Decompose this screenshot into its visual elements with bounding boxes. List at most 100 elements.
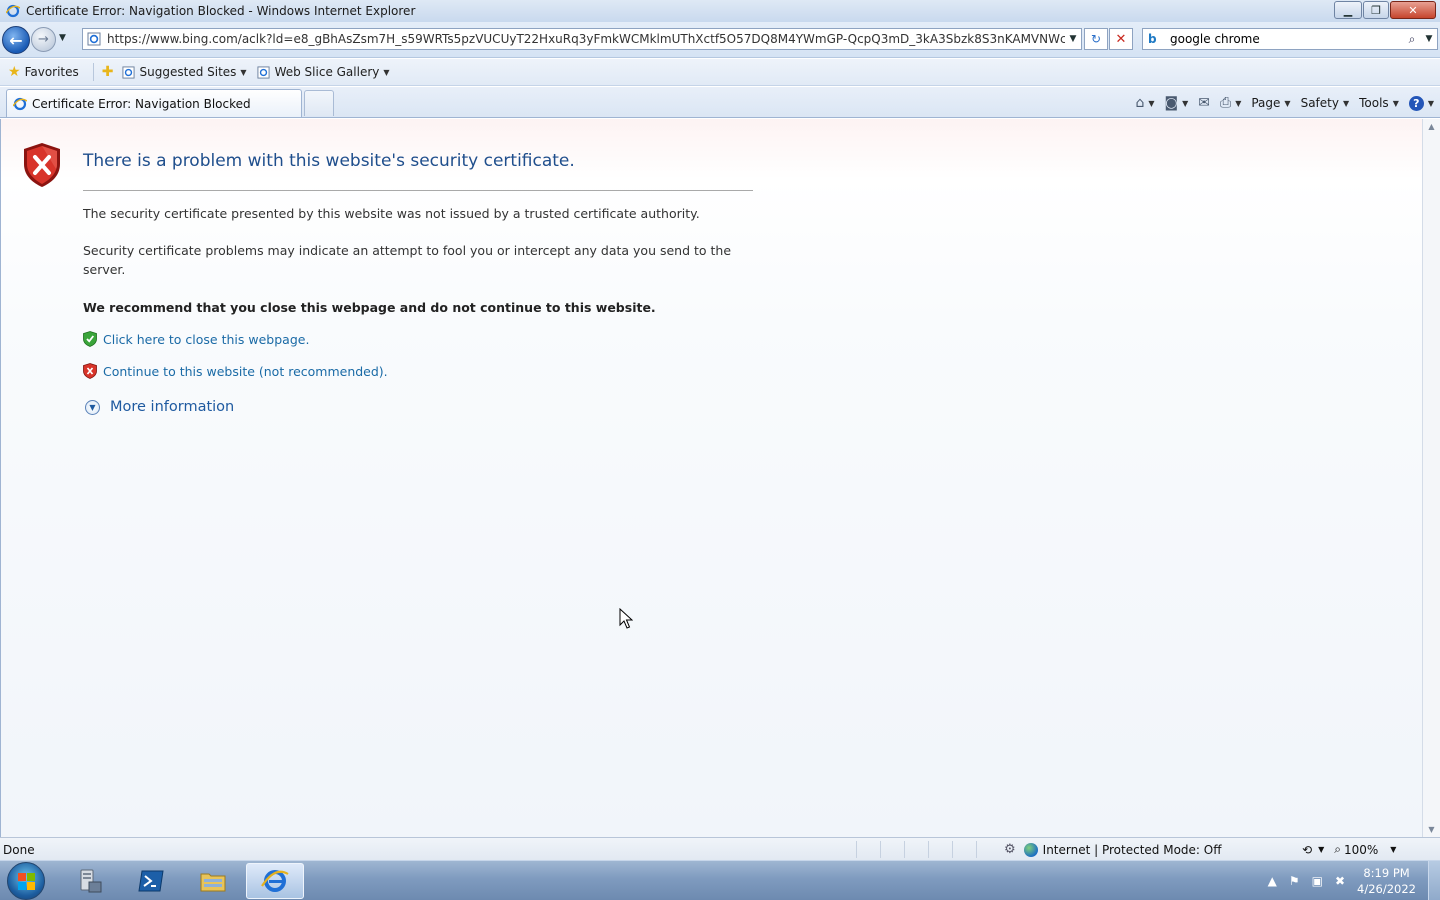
safety-menu-label: Safety — [1300, 96, 1339, 110]
status-text: Done — [3, 843, 35, 857]
new-tab-button[interactable] — [304, 90, 334, 116]
search-input[interactable] — [1170, 32, 1403, 46]
show-desktop-button[interactable] — [1428, 861, 1440, 900]
popup-blocker-icon[interactable]: ⟲ — [1302, 843, 1312, 857]
suggested-sites-icon — [121, 65, 135, 79]
taskbar-internet-explorer[interactable] — [246, 863, 304, 899]
expand-down-icon: ▼ — [85, 399, 100, 415]
status-divider — [976, 841, 977, 858]
favorites-bar: ★ Favorites ✚ Suggested Sites ▼ Web Slic… — [0, 59, 1440, 86]
ie-logo-icon — [13, 97, 27, 110]
tab-label: Certificate Error: Navigation Blocked — [32, 96, 251, 111]
bing-icon: b — [1148, 32, 1157, 46]
restore-button[interactable]: ❐ — [1363, 1, 1389, 19]
page-menu[interactable]: Page ▼ — [1251, 96, 1290, 110]
command-bar: ⌂ ▼ ◙ ▼ ✉ ⎙ ▼ Page ▼ Safety ▼ Tools ▼ ? … — [1125, 91, 1434, 115]
continue-website-option: Continue to this website (not recommende… — [83, 363, 388, 379]
rss-feed-icon: ◙ — [1164, 95, 1179, 111]
favorites-label: Favorites — [24, 65, 79, 79]
error-title: There is a problem with this website's s… — [83, 151, 575, 171]
security-error-shield-icon — [24, 143, 60, 187]
more-information-toggle[interactable]: ▼ More information — [85, 399, 234, 415]
refresh-button[interactable]: ↻ — [1084, 28, 1108, 50]
taskbar-powershell[interactable] — [122, 863, 180, 899]
close-webpage-option: Click here to close this webpage. — [83, 331, 309, 347]
security-zone-label: Internet | Protected Mode: Off — [1042, 842, 1222, 857]
show-hidden-icons-icon[interactable]: ▲ — [1268, 874, 1277, 888]
windows-logo-icon — [17, 872, 35, 890]
search-icon[interactable]: ⌕ — [1403, 32, 1421, 47]
safety-menu[interactable]: Safety ▼ — [1301, 96, 1350, 110]
action-center-flag-icon[interactable]: ⚑ — [1289, 874, 1300, 888]
status-divider — [904, 841, 905, 858]
scroll-up-icon[interactable]: ▲ — [1423, 122, 1440, 131]
chevron-down-icon[interactable]: ▼ — [1182, 99, 1188, 108]
system-clock[interactable]: 8:19 PM 4/26/2022 — [1357, 865, 1416, 897]
zoom-icon: ⌕ — [1334, 842, 1341, 856]
minimize-icon: ▁ — [1343, 3, 1353, 17]
green-shield-check-icon — [83, 331, 97, 347]
address-dropdown-icon[interactable]: ▼ — [1065, 34, 1081, 44]
search-options-dropdown-icon[interactable]: ▼ — [1421, 34, 1437, 44]
more-information-label: More information — [110, 399, 235, 415]
zoom-level[interactable]: 100% — [1344, 843, 1378, 857]
status-divider — [928, 841, 929, 858]
status-bar: Done ⚙ Internet | Protected Mode: Off ⟲ … — [0, 837, 1440, 860]
chevron-down-icon[interactable]: ▼ — [1390, 845, 1396, 854]
start-button[interactable] — [7, 862, 45, 900]
close-webpage-link[interactable]: Click here to close this webpage. — [103, 332, 309, 347]
add-to-favorites-bar-icon[interactable]: ✚ — [102, 64, 114, 80]
favorite-web-slice-gallery[interactable]: Web Slice Gallery ▼ — [257, 65, 390, 79]
help-menu[interactable]: ? ▼ — [1408, 95, 1434, 111]
stop-icon: ✕ — [1115, 31, 1127, 47]
error-description: The security certificate presented by th… — [83, 206, 700, 221]
search-box[interactable]: b ⌕ ▼ — [1142, 28, 1438, 50]
network-icon[interactable]: ▣ — [1312, 874, 1323, 888]
clock-date: 4/26/2022 — [1357, 882, 1416, 896]
close-window-button[interactable]: ✕ — [1390, 1, 1436, 19]
system-tray: ▲ ⚑ ▣ ✖ 8:19 PM 4/26/2022 — [1262, 861, 1440, 900]
status-divider — [856, 841, 857, 858]
security-zone[interactable]: ⚙ Internet | Protected Mode: Off — [1004, 842, 1221, 857]
stop-button[interactable]: ✕ — [1109, 28, 1133, 50]
chevron-down-icon[interactable]: ▼ — [1235, 99, 1241, 108]
home-button[interactable]: ⌂ ▼ — [1135, 95, 1154, 111]
favorite-suggested-sites[interactable]: Suggested Sites ▼ — [121, 65, 247, 79]
read-mail-button[interactable]: ✉ — [1198, 95, 1210, 111]
powershell-icon — [138, 870, 164, 892]
tab-certificate-error[interactable]: Certificate Error: Navigation Blocked — [6, 89, 302, 117]
print-button[interactable]: ⎙ ▼ — [1220, 95, 1241, 111]
status-divider — [952, 841, 953, 858]
back-button[interactable]: ← — [2, 26, 30, 54]
manage-addons-icon[interactable]: ⚙ — [1004, 842, 1016, 857]
red-shield-x-icon — [83, 363, 97, 379]
taskbar-server-manager[interactable] — [60, 863, 118, 899]
window-title: Certificate Error: Navigation Blocked - … — [26, 4, 416, 18]
chevron-down-icon[interactable]: ▼ — [1318, 845, 1324, 854]
page-menu-label: Page — [1251, 96, 1281, 110]
folder-icon — [200, 873, 226, 892]
chevron-down-icon: ▼ — [1284, 98, 1291, 108]
taskbar-file-explorer[interactable] — [184, 863, 242, 899]
mouse-cursor-icon — [619, 608, 633, 629]
address-bar[interactable]: https://www.bing.com/aclk?ld=e8_gBhAsZsm… — [82, 28, 1082, 50]
ie-logo-icon — [261, 870, 289, 892]
window-title-bar[interactable]: Certificate Error: Navigation Blocked - … — [0, 0, 1440, 22]
favorites-divider — [92, 63, 94, 81]
web-slice-gallery-label: Web Slice Gallery — [274, 65, 380, 79]
chevron-down-icon[interactable]: ▼ — [1148, 99, 1154, 108]
favorites-button[interactable]: ★ Favorites — [8, 64, 79, 80]
feeds-button[interactable]: ◙ ▼ — [1165, 95, 1189, 111]
volume-muted-icon[interactable]: ✖ — [1335, 874, 1345, 888]
vertical-scrollbar[interactable]: ▲ ▼ — [1422, 119, 1440, 837]
minimize-button[interactable]: ▁ — [1334, 1, 1362, 19]
internet-globe-icon — [1023, 842, 1038, 857]
address-url[interactable]: https://www.bing.com/aclk?ld=e8_gBhAsZsm… — [107, 32, 1065, 46]
scroll-down-icon[interactable]: ▼ — [1423, 825, 1440, 834]
chevron-down-icon: ▼ — [1427, 98, 1434, 108]
tools-menu[interactable]: Tools ▼ — [1359, 96, 1399, 110]
continue-to-website-link[interactable]: Continue to this website (not recommende… — [103, 364, 388, 379]
forward-button[interactable]: → — [31, 27, 56, 52]
mail-icon: ✉ — [1198, 95, 1210, 111]
recent-pages-dropdown-icon[interactable]: ▼ — [59, 33, 66, 43]
